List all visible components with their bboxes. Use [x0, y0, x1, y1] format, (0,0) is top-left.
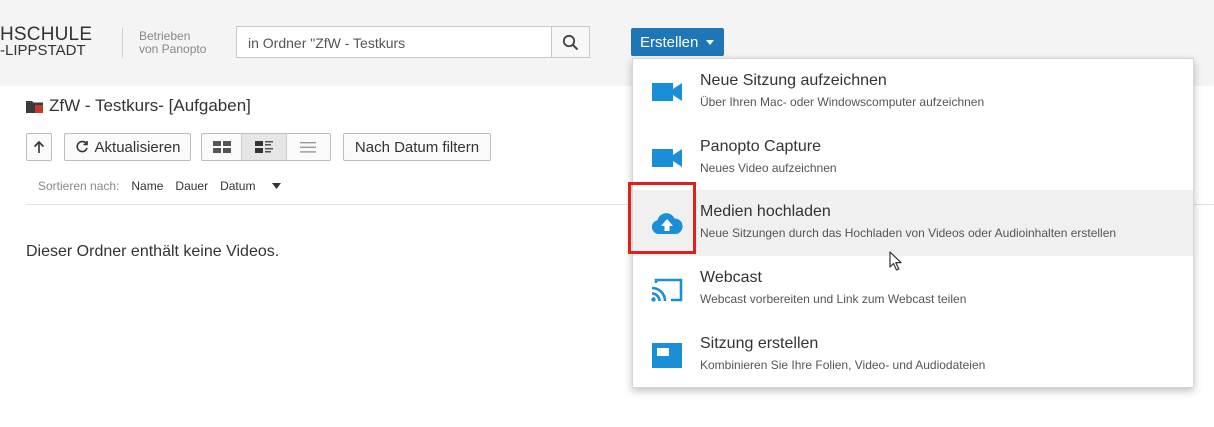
menu-item-upload-media[interactable]: Medien hochladen Neue Sitzungen durch da… — [633, 190, 1193, 256]
sort-desc-icon — [272, 183, 282, 189]
refresh-label: Aktualisieren — [94, 138, 181, 156]
search-input[interactable] — [246, 27, 550, 59]
arrow-up-icon — [33, 140, 45, 153]
view-mode-group — [201, 133, 331, 161]
view-details-button[interactable] — [242, 134, 287, 160]
video-camera-icon — [652, 149, 682, 167]
institution-logo[interactable]: HSCHULE -LIPPSTADT — [0, 24, 93, 59]
menu-item-create-session[interactable]: Sitzung erstellen Kombinieren Sie Ihre F… — [633, 322, 1193, 388]
highlight-box — [628, 182, 696, 254]
view-tiles-button[interactable] — [202, 134, 243, 160]
menu-item-description: Webcast vorbereiten und Link zum Webcast… — [700, 292, 967, 306]
search-icon — [562, 34, 579, 50]
mouse-pointer-icon — [889, 251, 902, 271]
page-title: ZfW - Testkurs- [Aufgaben] — [26, 96, 251, 116]
menu-item-title: Panopto Capture — [700, 138, 821, 155]
video-camera-icon — [652, 83, 682, 101]
sort-option-name[interactable]: Name — [131, 179, 163, 193]
sort-label: Sortieren nach: — [38, 179, 120, 193]
menu-item-title: Webcast — [700, 269, 762, 286]
menu-item-title: Medien hochladen — [700, 203, 831, 220]
create-dropdown-menu: Neue Sitzung aufzeichnen Über Ihren Mac-… — [632, 58, 1194, 388]
folder-icon — [26, 100, 43, 113]
up-folder-button[interactable] — [26, 133, 52, 161]
view-list-button[interactable] — [287, 134, 330, 160]
logo-line-2: -LIPPSTADT — [0, 42, 86, 59]
session-icon — [652, 343, 682, 368]
details-view-icon — [255, 141, 274, 153]
list-view-icon — [300, 141, 317, 153]
menu-item-webcast[interactable]: Webcast Webcast vorbereiten und Link zum… — [633, 256, 1193, 322]
sort-bar: Sortieren nach: Name Dauer Datum — [38, 179, 293, 193]
caret-down-icon — [706, 39, 715, 45]
menu-item-description: Neues Video aufzeichnen — [700, 161, 837, 175]
sort-option-date[interactable]: Datum — [220, 179, 282, 193]
create-button[interactable]: Erstellen — [631, 28, 725, 56]
filter-by-date-button[interactable]: Nach Datum filtern — [343, 133, 491, 161]
sort-option-date-label: Datum — [220, 179, 256, 193]
menu-item-panopto-capture[interactable]: Panopto Capture Neues Video aufzeichnen — [633, 125, 1193, 191]
grid-view-icon — [212, 141, 231, 153]
filter-by-date-label: Nach Datum filtern — [354, 138, 480, 156]
create-button-label: Erstellen — [640, 33, 699, 51]
search-button[interactable] — [551, 27, 589, 57]
menu-item-description: Neue Sitzungen durch das Hochladen von V… — [700, 226, 1117, 240]
powered-line-2: von Panopto — [139, 42, 207, 56]
logo-line-1: HSCHULE — [0, 24, 93, 45]
menu-item-description: Kombinieren Sie Ihre Folien, Video- und … — [700, 358, 986, 372]
menu-item-record-session[interactable]: Neue Sitzung aufzeichnen Über Ihren Mac-… — [633, 59, 1193, 125]
webcast-icon — [651, 278, 683, 302]
empty-folder-message: Dieser Ordner enthält keine Videos. — [26, 243, 280, 260]
search-box — [236, 26, 590, 59]
refresh-button[interactable]: Aktualisieren — [64, 133, 191, 161]
menu-item-description: Über Ihren Mac- oder Windowscomputer auf… — [700, 95, 985, 109]
header-divider — [122, 28, 123, 58]
refresh-icon — [75, 140, 88, 153]
sort-option-duration[interactable]: Dauer — [175, 179, 208, 193]
menu-item-title: Sitzung erstellen — [700, 335, 819, 352]
folder-title-text: ZfW - Testkurs- [Aufgaben] — [49, 96, 251, 115]
powered-by-panopto[interactable]: Betrieben von Panopto — [139, 30, 206, 56]
menu-item-title: Neue Sitzung aufzeichnen — [700, 72, 887, 89]
